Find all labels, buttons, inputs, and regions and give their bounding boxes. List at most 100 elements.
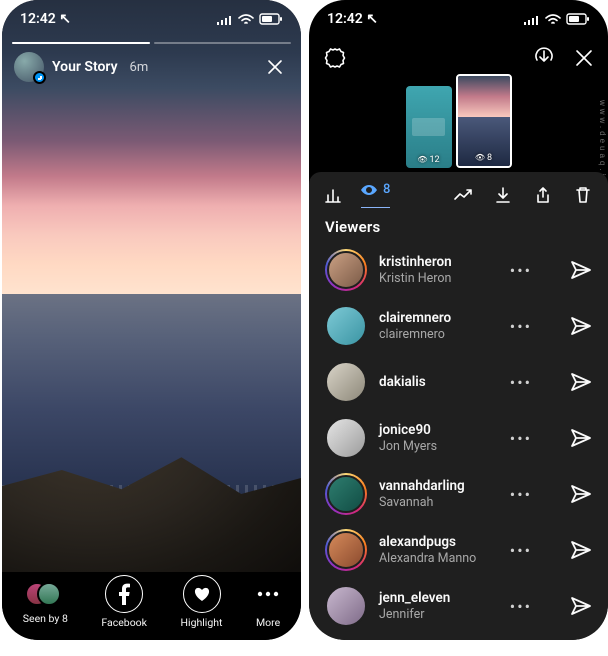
viewer-more-button[interactable]: ••• (510, 317, 532, 336)
viewer-username: kristinheron (379, 254, 452, 271)
seen-by-button[interactable]: Seen by 8 (23, 579, 68, 625)
viewer-send-button[interactable] (570, 372, 592, 392)
send-icon (570, 596, 592, 616)
delete-button[interactable] (572, 186, 594, 204)
seen-by-label: Seen by 8 (23, 612, 68, 625)
story-thumbnails: 128 (309, 72, 608, 168)
status-time: 12:42 ↖ (327, 11, 378, 27)
viewer-display-name: Jon Myers (379, 439, 437, 455)
viewer-send-button[interactable] (570, 540, 592, 560)
facebook-icon (105, 575, 143, 613)
viewer-row[interactable]: jonice90Jon Myers ••• (309, 410, 608, 466)
viewer-username: clairemnero (379, 310, 451, 327)
viewer-display-name: Kristin Heron (379, 271, 452, 287)
chart-icon (323, 186, 343, 204)
viewers-sheet: 8 Viewers kristinheronKristin Heron•••cl… (309, 172, 608, 640)
story-view-screen: 12:42 ↖ Your Story 6m (2, 0, 301, 640)
viewer-count: 8 (383, 182, 390, 197)
story-thumbnail[interactable]: 12 (406, 86, 452, 168)
viewer-send-button[interactable] (570, 484, 592, 504)
story-photo[interactable] (2, 0, 301, 640)
settings-icon (323, 46, 347, 70)
more-button[interactable]: More (256, 575, 280, 629)
save-button[interactable] (532, 46, 556, 70)
viewer-avatar[interactable] (325, 361, 367, 403)
story-thumbnail[interactable]: 8 (456, 74, 512, 168)
trash-icon (575, 186, 591, 204)
viewers-section-title: Viewers (309, 208, 608, 242)
viewer-avatar[interactable] (325, 529, 367, 571)
story-bottom-bar: Seen by 8 Facebook Highlight More (2, 572, 301, 640)
viewer-display-name: clairemnero (379, 327, 451, 343)
close-icon (574, 48, 594, 68)
viewer-avatar[interactable] (325, 305, 367, 347)
close-icon (266, 58, 284, 76)
wifi-icon (545, 14, 561, 25)
more-icon (256, 575, 280, 613)
viewer-send-button[interactable] (570, 596, 592, 616)
settings-button[interactable] (323, 46, 347, 70)
eye-icon (361, 184, 377, 196)
viewer-row[interactable]: dakialis ••• (309, 354, 608, 410)
trend-icon (453, 188, 473, 202)
viewer-send-button[interactable] (570, 428, 592, 448)
viewer-username: alexandpugs (379, 534, 476, 551)
viewer-row[interactable]: clairemneroclairemnero ••• (309, 298, 608, 354)
share-facebook-button[interactable]: Facebook (101, 575, 147, 629)
download-icon (495, 186, 511, 204)
story-title: Your Story (52, 59, 118, 75)
insights-tab[interactable] (323, 186, 343, 204)
viewer-avatar[interactable] (325, 249, 367, 291)
viewer-display-name: Savannah (379, 495, 465, 511)
download-button[interactable] (492, 186, 514, 204)
viewer-username: jenn_eleven (379, 590, 450, 607)
battery-icon (566, 13, 590, 25)
viewer-more-button[interactable]: ••• (510, 373, 532, 392)
viewer-row[interactable]: kristinheronKristin Heron ••• (309, 242, 608, 298)
status-bar: 12:42 ↖ (309, 0, 608, 38)
signal-icon (523, 14, 540, 25)
heart-icon (183, 575, 221, 613)
viewer-row[interactable]: kaitlynhstyle••• (309, 634, 608, 640)
wifi-icon (238, 14, 254, 25)
viewer-row[interactable]: vannahdarlingSavannah ••• (309, 466, 608, 522)
viewer-row[interactable]: jenn_elevenJennifer ••• (309, 578, 608, 634)
viewer-more-button[interactable]: ••• (510, 541, 532, 560)
send-icon (570, 260, 592, 280)
send-icon (570, 484, 592, 504)
status-time: 12:42 ↖ (20, 11, 71, 27)
viewer-avatar[interactable] (325, 585, 367, 627)
share-button[interactable] (532, 186, 554, 204)
story-progress (12, 42, 291, 44)
viewers-tab[interactable]: 8 (361, 182, 390, 208)
send-icon (570, 372, 592, 392)
promote-button[interactable] (452, 188, 474, 202)
viewer-username: vannahdarling (379, 478, 465, 495)
viewer-display-name: Jennifer (379, 607, 450, 623)
viewer-more-button[interactable]: ••• (510, 485, 532, 504)
story-insights-screen: 12:42 ↖ 128 (309, 0, 608, 640)
viewer-row[interactable]: alexandpugsAlexandra Manno ••• (309, 522, 608, 578)
viewer-display-name: Alexandra Manno (379, 551, 476, 567)
viewer-username: jonice90 (379, 422, 437, 439)
viewer-avatar[interactable] (325, 417, 367, 459)
sheet-tabs: 8 (309, 172, 608, 208)
close-button[interactable] (574, 48, 594, 68)
close-button[interactable] (261, 53, 289, 81)
status-icons (523, 13, 590, 25)
viewer-list[interactable]: kristinheronKristin Heron•••clairemneroc… (309, 242, 608, 640)
viewer-username: dakialis (379, 374, 426, 391)
viewer-avatar[interactable] (325, 473, 367, 515)
story-age: 6m (130, 60, 149, 75)
viewer-more-button[interactable]: ••• (510, 597, 532, 616)
highlight-button[interactable]: Highlight (181, 575, 223, 629)
viewer-send-button[interactable] (570, 260, 592, 280)
your-avatar[interactable] (14, 52, 44, 82)
seen-by-avatars (25, 579, 65, 609)
viewer-more-button[interactable]: ••• (510, 429, 532, 448)
status-bar: 12:42 ↖ (2, 0, 301, 38)
signal-icon (216, 14, 233, 25)
viewer-send-button[interactable] (570, 316, 592, 336)
viewer-more-button[interactable]: ••• (510, 261, 532, 280)
send-icon (570, 316, 592, 336)
